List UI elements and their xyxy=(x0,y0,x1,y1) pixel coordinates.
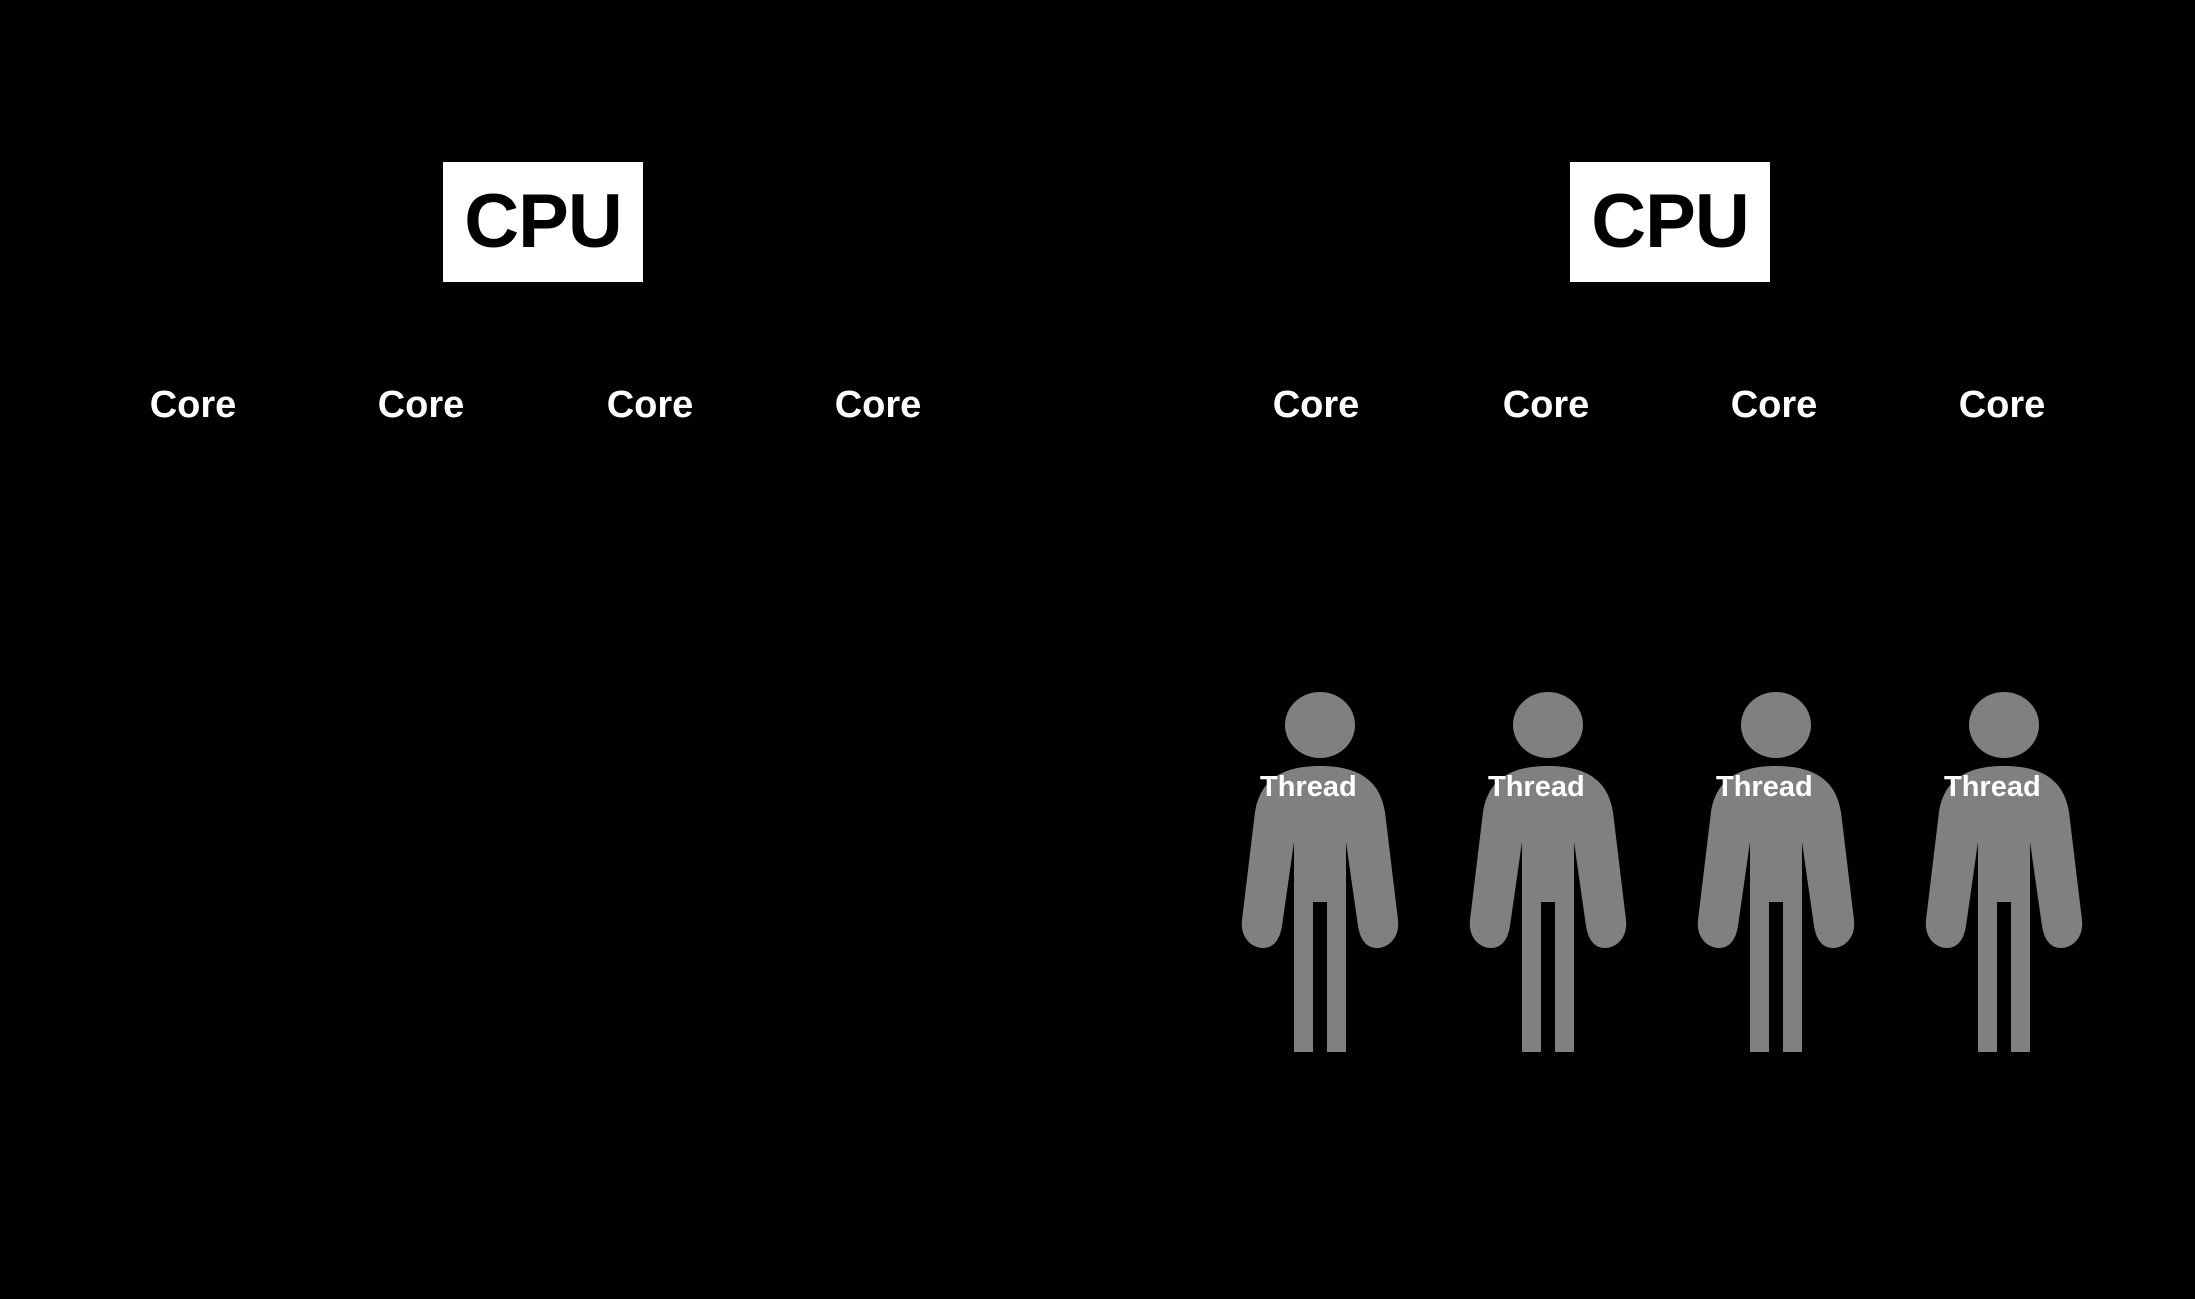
person-icon xyxy=(1697,692,1855,1052)
person-icon xyxy=(1241,692,1399,1052)
thread-figure-1: Thread xyxy=(1230,690,1410,1056)
person-icon xyxy=(1925,692,2083,1052)
core-label-right-2: Core xyxy=(1502,384,1590,426)
core-label-left-4: Core xyxy=(834,384,922,426)
core-label-left-1: Core xyxy=(149,384,237,426)
thread-figure-2: Thread xyxy=(1458,690,1638,1056)
thread-figure-4: Thread xyxy=(1914,690,2094,1056)
core-label-right-4: Core xyxy=(1958,384,2046,426)
core-label-right-3: Core xyxy=(1730,384,1818,426)
cpu-label-right: CPU xyxy=(1591,179,1749,264)
core-label-right-1: Core xyxy=(1272,384,1360,426)
cpu-box-left: CPU xyxy=(443,162,643,282)
core-label-left-3: Core xyxy=(606,384,694,426)
person-icon xyxy=(1469,692,1627,1052)
diagram-canvas: CPU CPU Core Core Core Core Core Core Co… xyxy=(0,0,2195,1299)
cpu-label-left: CPU xyxy=(464,179,622,264)
cpu-box-right: CPU xyxy=(1570,162,1770,282)
core-label-left-2: Core xyxy=(377,384,465,426)
thread-figure-3: Thread xyxy=(1686,690,1866,1056)
